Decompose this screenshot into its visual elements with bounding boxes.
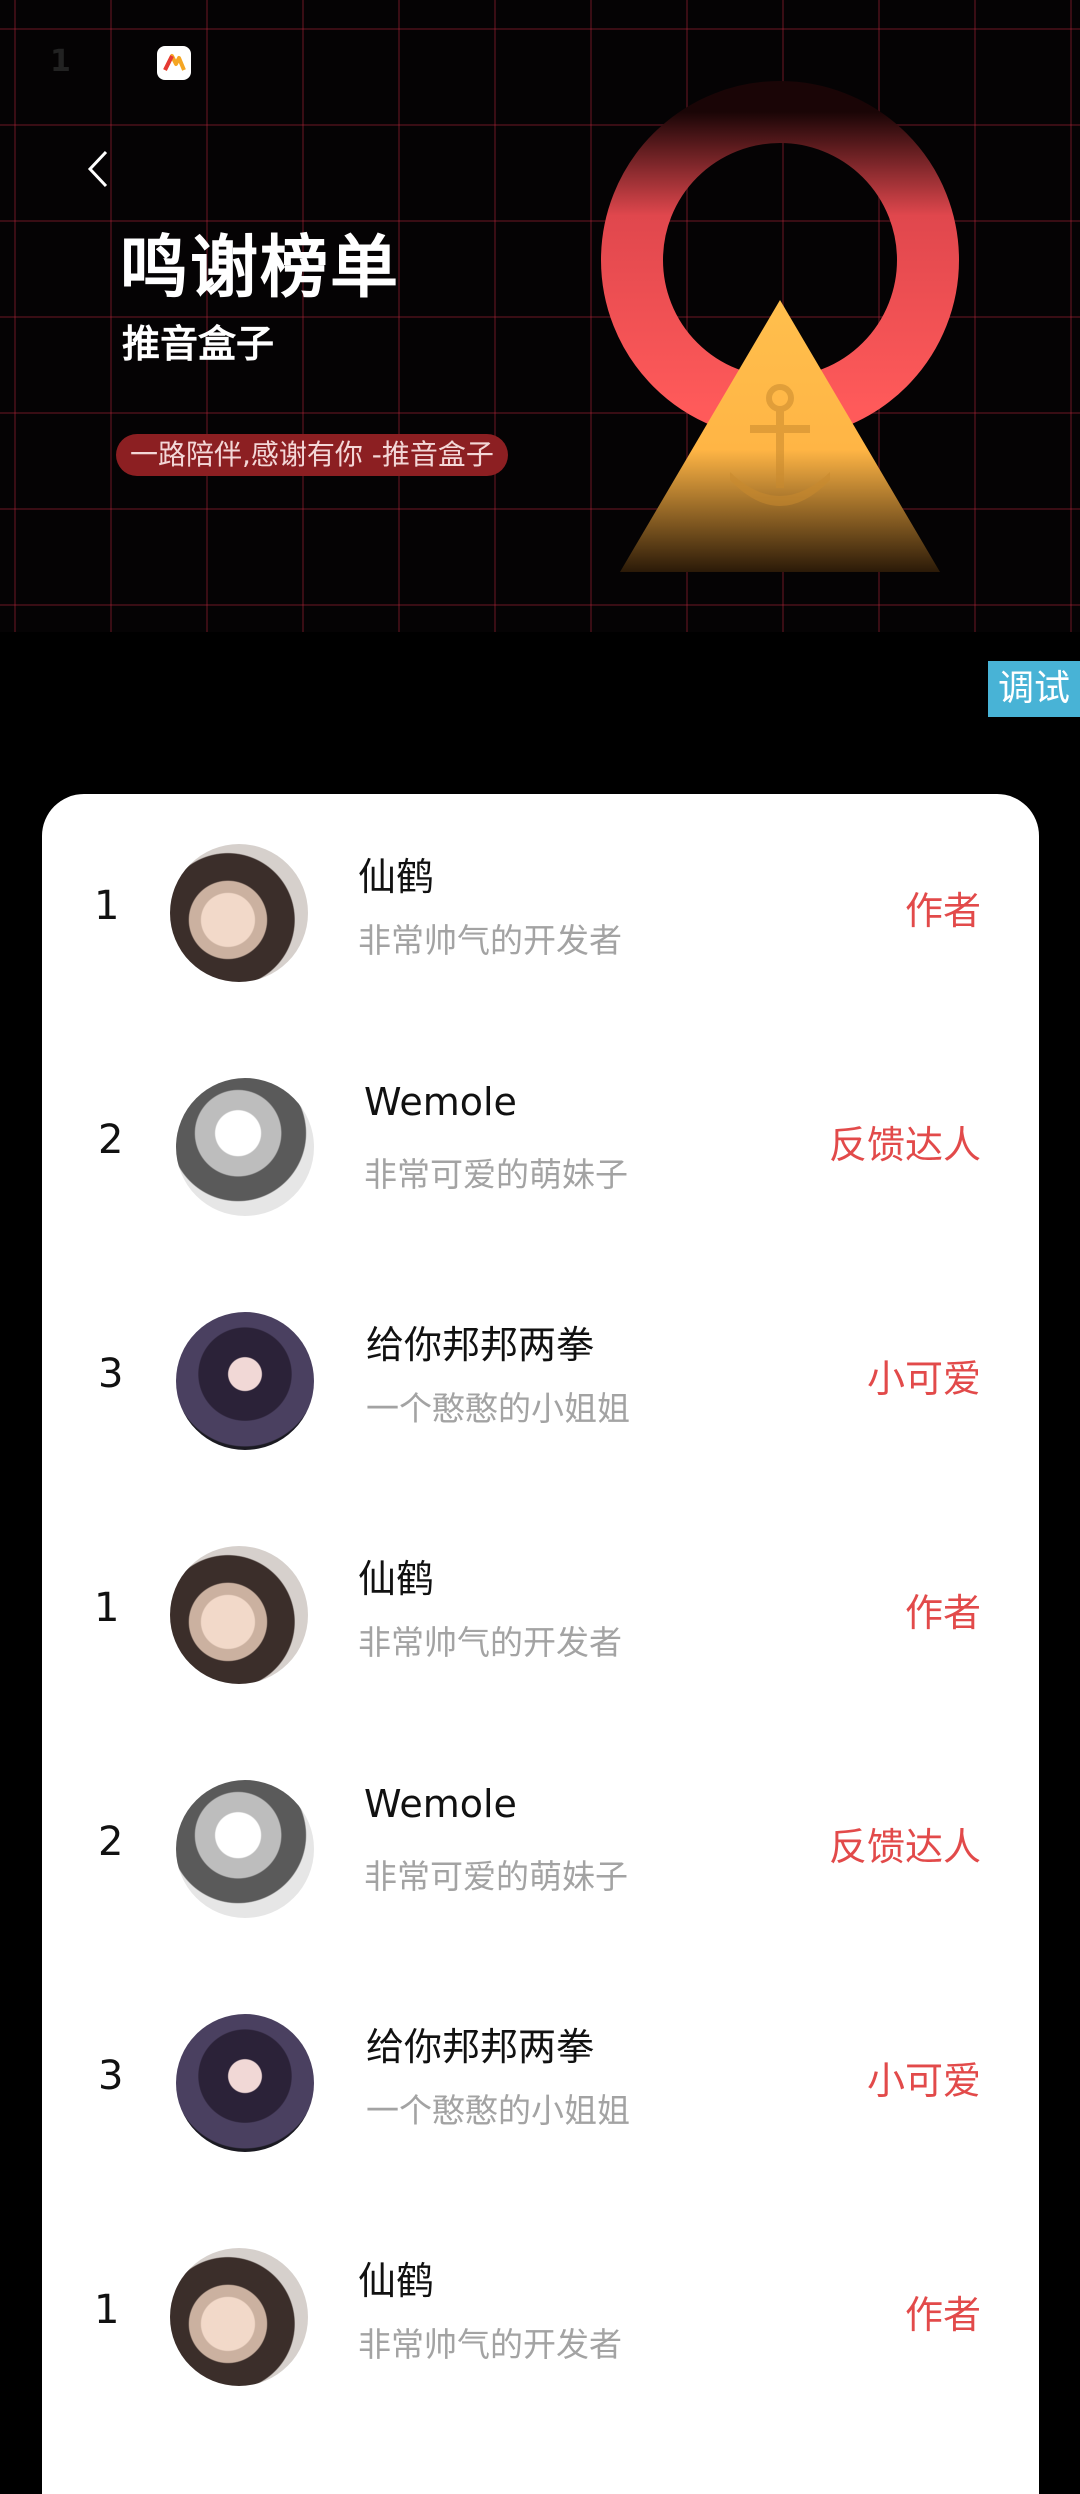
avatar: [176, 1078, 314, 1216]
list-item[interactable]: 3 给你邦邦两拳 一个憨憨的小姐姐 小可爱: [42, 1262, 1039, 1496]
role-tag: 作者: [904, 1591, 981, 1635]
ring-triangle-logo-icon: [601, 81, 959, 572]
user-description: 一个憨憨的小姐姐: [366, 2091, 630, 2130]
rank-number: 3: [98, 1351, 124, 1397]
avatar: [170, 2248, 308, 2386]
user-name: Wemole: [364, 1782, 517, 1826]
list-item[interactable]: 1 仙鹤 非常帅气的开发者 作者: [42, 1496, 1039, 1730]
list-item[interactable]: 3 给你邦邦两拳 一个憨憨的小姐姐 小可爱: [42, 1964, 1039, 2198]
header-banner: 1 鸣谢榜单 推音盒子 一路陪伴,感谢有你 -推音盒子: [0, 0, 1080, 632]
user-description: 非常帅气的开发者: [358, 921, 622, 960]
user-description: 非常可爱的萌妹子: [364, 1155, 628, 1194]
user-description: 一个憨憨的小姐姐: [366, 1389, 630, 1428]
role-tag: 反馈达人: [828, 1825, 981, 1869]
rank-number: 3: [98, 2053, 124, 2099]
role-tag: 小可爱: [866, 1357, 981, 1401]
user-name: 仙鹤: [358, 855, 435, 899]
page-title: 鸣谢榜单: [120, 229, 401, 308]
role-tag: 作者: [904, 889, 981, 933]
status-time: 1: [50, 44, 71, 79]
user-name: 仙鹤: [358, 2259, 435, 2303]
avatar: [176, 1780, 314, 1918]
user-description: 非常帅气的开发者: [358, 2325, 622, 2364]
role-tag: 反馈达人: [828, 1123, 981, 1167]
role-tag: 作者: [904, 2293, 981, 2337]
user-name: 仙鹤: [358, 1557, 435, 1601]
back-button[interactable]: [80, 144, 120, 194]
role-tag: 小可爱: [866, 2059, 981, 2103]
list-item[interactable]: 1 仙鹤 非常帅气的开发者 作者: [42, 794, 1039, 1028]
rank-number: 2: [98, 1117, 124, 1163]
list-item[interactable]: 2 Wemole 非常可爱的萌妹子 反馈达人: [42, 1028, 1039, 1262]
chevron-left-icon: [87, 150, 108, 188]
user-description: 非常帅气的开发者: [358, 1623, 622, 1662]
avatar: [170, 844, 308, 982]
rank-number: 1: [94, 883, 120, 929]
avatar: [176, 2014, 314, 2152]
user-name: Wemole: [364, 1080, 517, 1124]
rank-number: 1: [94, 2287, 120, 2333]
slogan-badge: 一路陪伴,感谢有你 -推音盒子: [116, 434, 508, 476]
rank-number: 1: [94, 1585, 120, 1631]
user-name: 给你邦邦两拳: [366, 1323, 595, 1367]
rank-number: 2: [98, 1819, 124, 1865]
avatar: [170, 1546, 308, 1684]
avatar: [176, 1312, 314, 1450]
app-notification-icon: [157, 46, 191, 80]
user-description: 非常可爱的萌妹子: [364, 1857, 628, 1896]
debug-button[interactable]: 调试: [988, 661, 1080, 717]
user-name: 给你邦邦两拳: [366, 2025, 595, 2069]
thanks-list: 1 仙鹤 非常帅气的开发者 作者 2 Wemole 非常可爱的萌妹子 反馈达人 …: [42, 794, 1039, 2494]
list-item[interactable]: 2 Wemole 非常可爱的萌妹子 反馈达人: [42, 1730, 1039, 1964]
page-subtitle: 推音盒子: [122, 322, 275, 366]
list-item[interactable]: 1 仙鹤 非常帅气的开发者 作者: [42, 2198, 1039, 2432]
